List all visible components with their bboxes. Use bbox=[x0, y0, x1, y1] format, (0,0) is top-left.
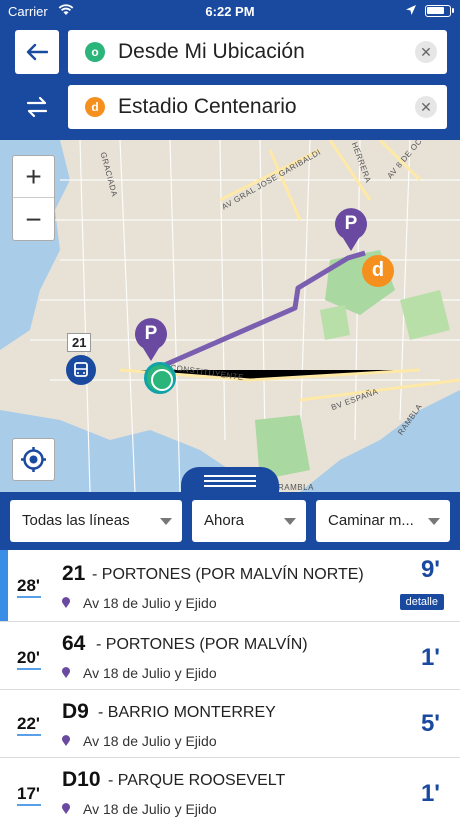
stop-pin-icon bbox=[62, 597, 70, 608]
stop-name: Av 18 de Julio y Ejido bbox=[83, 801, 217, 817]
location-arrow-icon bbox=[406, 5, 416, 15]
stop-pin-icon bbox=[62, 667, 70, 678]
clock: 6:22 PM bbox=[205, 4, 255, 19]
lines-select[interactable]: Todas las líneas bbox=[10, 500, 182, 542]
line-number: 64 bbox=[62, 632, 86, 655]
swap-icon bbox=[26, 96, 48, 118]
frequency-underline bbox=[17, 804, 41, 806]
back-button[interactable] bbox=[15, 30, 59, 74]
parking-marker-origin[interactable]: P bbox=[133, 318, 169, 362]
destination-marker[interactable]: d bbox=[362, 255, 394, 287]
line-number: D9 bbox=[62, 700, 89, 723]
stop-name: Av 18 de Julio y Ejido bbox=[83, 733, 217, 749]
frequency: 22' bbox=[17, 714, 40, 733]
line-number: 21 bbox=[62, 562, 86, 585]
eta: 1' bbox=[420, 644, 440, 671]
stop-pin-icon bbox=[62, 803, 70, 814]
origin-badge: o bbox=[85, 42, 105, 62]
detail-button[interactable]: detalle bbox=[399, 594, 444, 610]
parking-label: P bbox=[144, 323, 158, 344]
back-arrow-icon bbox=[26, 43, 48, 61]
locate-me-button[interactable] bbox=[12, 438, 55, 481]
chevron-down-icon bbox=[160, 518, 172, 525]
chevron-down-icon bbox=[284, 518, 296, 525]
time-select[interactable]: Ahora bbox=[192, 500, 306, 542]
result-row[interactable]: 17' D10 - PARQUE ROOSEVELT Av 18 de Juli… bbox=[0, 758, 460, 818]
origin-field[interactable]: o Desde Mi Ubicación ✕ bbox=[68, 30, 447, 74]
parking-marker-destination[interactable]: P bbox=[333, 208, 369, 252]
search-header: o Desde Mi Ubicación ✕ d Estadio Centena… bbox=[0, 22, 460, 140]
result-row[interactable]: 28' 21 - PORTONES (POR MALVÍN NORTE) Av … bbox=[0, 550, 460, 622]
frequency-underline bbox=[17, 734, 41, 736]
origin-text: Desde Mi Ubicación bbox=[118, 40, 305, 63]
destination-field[interactable]: d Estadio Centenario ✕ bbox=[68, 85, 447, 129]
eta: 9' bbox=[420, 556, 440, 583]
status-bar: Carrier 6:22 PM bbox=[0, 0, 460, 22]
eta: 1' bbox=[420, 780, 440, 807]
zoom-out-button[interactable]: − bbox=[13, 199, 54, 241]
frequency: 20' bbox=[17, 648, 40, 667]
eta: 5' bbox=[420, 710, 440, 737]
line-destination: - BARRIO MONTERREY bbox=[98, 704, 276, 721]
parking-label: P bbox=[344, 213, 358, 234]
stop-name: Av 18 de Julio y Ejido bbox=[83, 665, 217, 681]
clear-destination-button[interactable]: ✕ bbox=[415, 96, 437, 118]
map[interactable]: GRACIADA AV GRAL JOSE GARIBALDI HERRERA … bbox=[0, 140, 460, 492]
bus-line-label: 21 bbox=[67, 333, 92, 352]
clear-origin-button[interactable]: ✕ bbox=[415, 41, 437, 63]
crosshair-icon bbox=[21, 447, 46, 472]
results-list: 28' 21 - PORTONES (POR MALVÍN NORTE) Av … bbox=[0, 550, 460, 818]
swap-button[interactable] bbox=[15, 85, 59, 129]
frequency-underline bbox=[17, 596, 41, 598]
stop-pin-icon bbox=[62, 735, 70, 746]
chevron-down-icon bbox=[428, 518, 440, 525]
destination-text: Estadio Centenario bbox=[118, 95, 297, 118]
result-row[interactable]: 22' D9 - BARRIO MONTERREY Av 18 de Julio… bbox=[0, 690, 460, 758]
street-label-rambla-2: RAMBLA bbox=[278, 483, 314, 492]
frequency: 28' bbox=[17, 576, 40, 595]
stop-name: Av 18 de Julio y Ejido bbox=[83, 595, 217, 611]
line-destination: - PARQUE ROOSEVELT bbox=[108, 772, 286, 789]
zoom-control: + − bbox=[12, 155, 55, 241]
filter-bar: Todas las líneas Ahora Caminar m... bbox=[0, 492, 460, 550]
time-select-value: Ahora bbox=[204, 512, 245, 529]
lines-select-value: Todas las líneas bbox=[22, 512, 130, 529]
map-canvas bbox=[0, 140, 460, 492]
mode-select-value: Caminar m... bbox=[328, 512, 414, 529]
zoom-in-button[interactable]: + bbox=[13, 156, 54, 198]
mode-select[interactable]: Caminar m... bbox=[316, 500, 450, 542]
line-number: D10 bbox=[62, 768, 101, 791]
bus-stop-marker[interactable] bbox=[66, 355, 96, 385]
line-destination: - PORTONES (POR MALVÍN NORTE) bbox=[92, 566, 364, 583]
bus-icon bbox=[74, 362, 88, 377]
battery-icon bbox=[425, 5, 451, 17]
battery-tip bbox=[452, 8, 454, 13]
frequency: 17' bbox=[17, 784, 40, 803]
result-row[interactable]: 20' 64 - PORTONES (POR MALVÍN) Av 18 de … bbox=[0, 622, 460, 690]
drawer-handle[interactable] bbox=[181, 467, 279, 495]
origin-marker[interactable] bbox=[144, 362, 176, 394]
line-destination: - PORTONES (POR MALVÍN) bbox=[96, 636, 308, 653]
frequency-underline bbox=[17, 668, 41, 670]
destination-badge: d bbox=[85, 97, 105, 117]
